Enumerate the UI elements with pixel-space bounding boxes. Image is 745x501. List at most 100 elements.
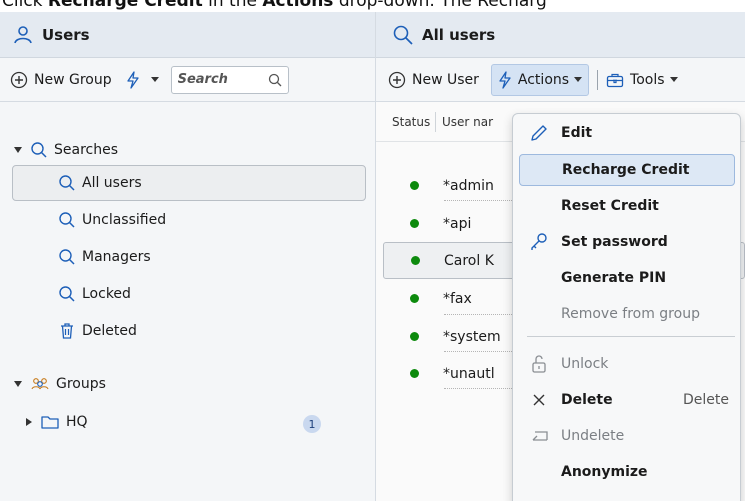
menu-item-remove-from-group[interactable]: Remove from group [519,298,735,330]
column-user-name[interactable]: User nar [436,115,493,129]
instruction-middle: in the [202,0,263,11]
row-divider [444,314,514,315]
plus-circle-icon [10,71,28,88]
row-divider [444,388,514,389]
tree-item-label: Deleted [82,323,137,339]
menu-item-label: Remove from group [561,306,700,322]
tools-label: Tools [630,71,665,88]
menu-item-undelete[interactable]: Undelete [519,420,735,452]
search-icon [31,142,47,158]
user-name-cell: *unautl [443,365,495,382]
row-divider [444,351,514,352]
groups-label: Groups [56,376,106,392]
lightning-icon [499,70,511,89]
status-active-icon [411,256,420,265]
user-name-cell: Carol K [444,252,494,269]
menu-item-label: Set password [561,234,668,250]
menu-item-unlock[interactable]: Unlock [519,348,735,380]
menu-item-label: Generate PIN [561,270,667,286]
menu-item-anonymize[interactable]: Anonymize [519,456,735,488]
menu-item-label: Delete [561,392,613,408]
search-icon [59,249,75,265]
users-panel: Users New Group Searches All user [0,12,376,501]
plus-circle-icon [388,71,406,88]
expand-down-icon[interactable] [14,147,22,153]
tools-dropdown-button[interactable]: Tools [606,65,678,95]
new-user-label: New User [412,71,479,88]
menu-separator [527,336,735,337]
instruction-text: Click Recharge Credit in the Actions dro… [0,0,745,12]
menu-item-reset-credit[interactable]: Reset Credit [519,190,735,222]
chevron-down-icon [669,77,678,82]
tree-item-unclassified[interactable]: Unclassified [58,203,166,237]
menu-item-shortcut: Delete [683,392,729,408]
menu-item-label: Reset Credit [561,198,659,214]
status-active-icon [410,181,419,190]
menu-item-set-password[interactable]: Set password [519,226,735,258]
user-name-cell: *system [443,328,501,345]
tree-item-managers[interactable]: Managers [58,240,151,274]
column-status[interactable]: Status [376,111,436,132]
user-icon [12,24,34,46]
group-name: HQ [66,414,88,430]
chevron-down-icon [574,77,583,82]
tree-item-label: All users [82,175,142,191]
menu-item-label: Unlock [561,356,609,372]
search-icon [59,286,75,302]
lightning-icon [126,70,139,89]
search-input[interactable] [177,72,258,87]
users-panel-title: Users [42,25,90,44]
tree-group-hq[interactable]: HQ [26,405,88,439]
new-user-button[interactable]: New User [388,65,479,95]
menu-item-recharge-credit[interactable]: Recharge Credit [519,154,735,186]
row-divider [444,200,514,201]
status-active-icon [410,332,419,341]
user-name-cell: *api [443,215,472,232]
undo-icon [525,428,553,444]
trash-icon [61,323,73,339]
toolbox-icon [606,73,624,87]
status-active-icon [410,369,419,378]
instruction-suffix: drop-down. The Recharg [333,0,547,11]
users-panel-header: Users [0,12,375,58]
menu-item-edit[interactable]: Edit [519,117,735,149]
menu-item-label: Edit [561,125,593,141]
menu-item-label: Recharge Credit [562,162,690,178]
status-active-icon [410,219,419,228]
group-icon [31,378,49,390]
search-icon [59,175,75,191]
folder-icon [41,416,59,429]
actions-menu: Edit Recharge Credit Reset Credit Set pa… [512,113,741,501]
all-users-toolbar: New User Actions Tools [376,58,745,102]
tree-item-locked[interactable]: Locked [58,277,131,311]
key-icon [525,232,553,252]
new-group-label: New Group [34,71,112,88]
user-name-cell: *fax [443,290,472,307]
tree-searches-node[interactable]: Searches [14,133,118,167]
actions-label: Actions [517,71,570,88]
group-search-field[interactable] [170,65,289,94]
tree-groups-node[interactable]: Groups [14,367,106,401]
toolbar-divider [597,69,599,90]
user-name-cell: *admin [443,177,494,194]
search-icon [59,212,75,228]
tree-item-label: Locked [82,286,131,302]
tree-item-label: Managers [82,249,151,265]
quick-actions-dropdown[interactable] [126,65,159,95]
expand-right-icon[interactable] [26,418,32,426]
searches-label: Searches [54,142,119,158]
tree-item-label: Unclassified [82,212,167,228]
menu-item-delete[interactable]: Delete Delete [519,384,735,416]
tree-item-all-users[interactable]: All users [58,166,142,200]
instruction-prefix: Click [2,0,48,11]
all-users-title: All users [422,25,496,44]
expand-down-icon[interactable] [14,381,22,387]
menu-item-label: Undelete [561,428,625,444]
actions-dropdown-button[interactable]: Actions [490,63,590,96]
new-group-button[interactable]: New Group [10,65,112,95]
menu-item-generate-pin[interactable]: Generate PIN [519,262,735,294]
search-icon[interactable] [268,73,282,87]
all-users-header: All users [376,12,745,58]
tree-item-deleted[interactable]: Deleted [58,314,137,348]
app-window: Users New Group Searches All user [0,12,745,501]
